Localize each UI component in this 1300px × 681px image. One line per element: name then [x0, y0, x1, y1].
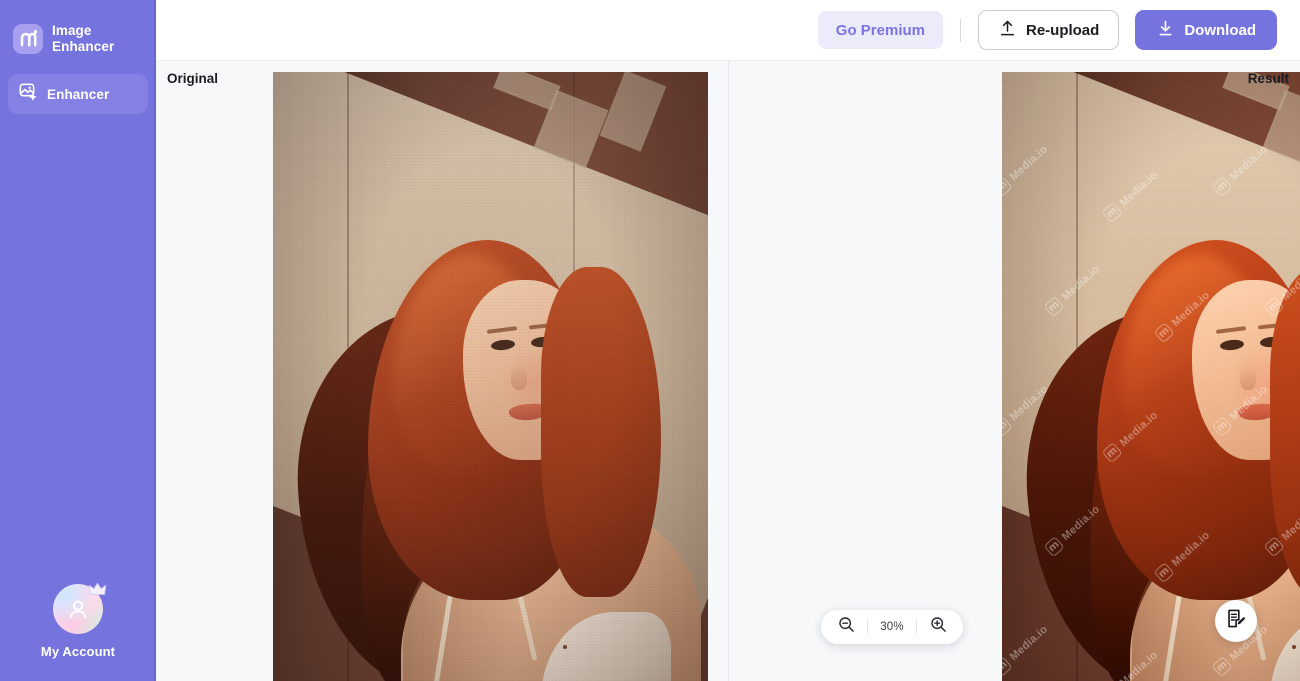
zoom-separator-left — [867, 620, 868, 634]
my-account[interactable]: My Account — [0, 582, 156, 681]
go-premium-label: Go Premium — [835, 21, 925, 39]
re-upload-button[interactable]: Re-upload — [977, 10, 1120, 50]
app-root: Image Enhancer Enhancer My Account Go Pr… — [0, 0, 1300, 681]
image-plus-icon — [19, 82, 38, 106]
avatar — [53, 582, 107, 634]
download-icon — [1156, 19, 1175, 42]
upload-icon — [998, 19, 1017, 42]
re-upload-label: Re-upload — [1025, 21, 1100, 39]
sidebar-item-label: Enhancer — [47, 86, 110, 102]
feedback-note-icon — [1226, 608, 1247, 634]
zoom-separator-right — [916, 620, 917, 634]
sidebar: Image Enhancer Enhancer My Account — [0, 0, 156, 681]
topbar: Go Premium Re-upload Download — [156, 0, 1300, 61]
download-label: Download — [1184, 21, 1256, 39]
feedback-button[interactable] — [1215, 600, 1257, 642]
main-area: Go Premium Re-upload Download Original R… — [156, 0, 1300, 681]
brand-name: Image Enhancer — [52, 23, 115, 54]
brand[interactable]: Image Enhancer — [0, 0, 156, 62]
zoom-out-icon — [838, 616, 855, 638]
original-panel: Original — [156, 61, 728, 681]
result-label: Result — [1247, 71, 1289, 86]
compare-stage: Original Result m Media.io m Media.io m … — [156, 61, 1300, 681]
logo-dot-icon — [33, 30, 37, 34]
original-image[interactable] — [273, 72, 708, 681]
media-m-logo-icon — [13, 24, 43, 54]
go-premium-button[interactable]: Go Premium — [817, 11, 943, 49]
original-label: Original — [167, 71, 219, 86]
zoom-out-button[interactable] — [834, 615, 858, 639]
result-panel: Result m Media.io m Media.io m Media.io … — [728, 61, 1300, 681]
crown-icon — [88, 581, 107, 598]
zoom-level-value: 30% — [880, 621, 904, 633]
download-button[interactable]: Download — [1135, 10, 1277, 50]
sidebar-nav: Enhancer — [0, 62, 156, 114]
zoom-in-button[interactable] — [926, 615, 950, 639]
my-account-label: My Account — [40, 644, 116, 659]
topbar-divider — [959, 18, 961, 42]
zoom-control: 30% — [821, 610, 963, 644]
zoom-in-icon — [930, 616, 947, 638]
panel-divider — [728, 61, 729, 681]
sidebar-item-enhancer[interactable]: Enhancer — [8, 74, 148, 114]
result-image[interactable]: m Media.io m Media.io m Media.io m Media.io m Med… — [1002, 72, 1300, 681]
